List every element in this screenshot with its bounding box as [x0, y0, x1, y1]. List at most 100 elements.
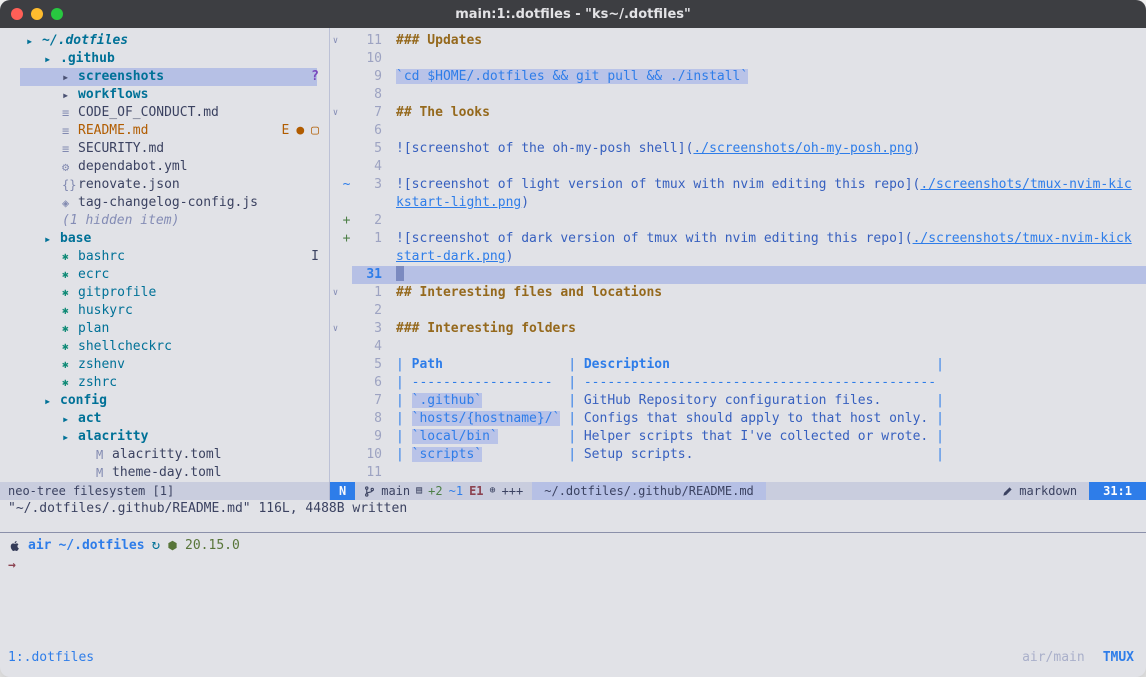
editor-line[interactable]: 5| Path | Description |: [330, 356, 1146, 374]
markdown-file-icon: ≡: [62, 104, 78, 122]
line-number: 10: [352, 446, 382, 464]
git-sign: +: [341, 212, 352, 230]
sign-column: [341, 374, 352, 392]
tree-item-bashrc[interactable]: ✱bashrcI: [0, 248, 329, 266]
text-segment: |: [396, 429, 412, 444]
editor-line[interactable]: 11: [330, 464, 1146, 482]
terminal-window: main:1:.dotfiles - "ks~/.dotfiles" ▸~/.d…: [0, 0, 1146, 677]
editor-line[interactable]: 2: [330, 302, 1146, 320]
editor-line[interactable]: 10| `scripts` | Setup scripts. |: [330, 446, 1146, 464]
text-segment: Path: [412, 357, 443, 372]
tmux-window-item[interactable]: 1:.dotfiles: [8, 650, 94, 665]
editor-line[interactable]: 6: [330, 122, 1146, 140]
editor-line[interactable]: 7| `.github` | GitHub Repository configu…: [330, 392, 1146, 410]
tree-item-ecrc[interactable]: ✱ecrc: [0, 266, 329, 284]
prompt-host: air: [28, 538, 51, 553]
close-button[interactable]: [11, 8, 23, 20]
editor-line[interactable]: ∨1## Interesting files and locations: [330, 284, 1146, 302]
editor-line[interactable]: 8: [330, 86, 1146, 104]
editor-line[interactable]: ∨7## The looks: [330, 104, 1146, 122]
tree-item-theme-day.toml[interactable]: Mtheme-day.toml: [0, 464, 329, 482]
diff-changed: ~1: [449, 482, 463, 500]
editor-line[interactable]: +1![screenshot of dark version of tmux w…: [330, 230, 1146, 248]
editor-line[interactable]: 4: [330, 338, 1146, 356]
text-segment: ): [913, 141, 921, 156]
line-number: 6: [352, 122, 382, 140]
text-segment: ### Updates: [396, 33, 482, 48]
fold-open-icon[interactable]: ∨: [330, 32, 341, 50]
editor-line[interactable]: 4: [330, 158, 1146, 176]
text-segment: |: [396, 411, 412, 426]
tree-item-zshenv[interactable]: ✱zshenv: [0, 356, 329, 374]
editor-line[interactable]: 9| `local/bin` | Helper scripts that I'v…: [330, 428, 1146, 446]
shell-file-icon: ✱: [62, 266, 78, 284]
text-segment: |: [568, 447, 584, 462]
node-version: 20.15.0: [185, 538, 240, 553]
sign-column: [341, 410, 352, 428]
tree-item-1-hidden-item[interactable]: (1 hidden item): [0, 212, 329, 230]
tree-item-act[interactable]: ▸act: [0, 410, 329, 428]
editor-line[interactable]: 6| ------------------ | ----------------…: [330, 374, 1146, 392]
editor-line[interactable]: 31: [330, 266, 1146, 284]
fold-open-icon[interactable]: ∨: [330, 320, 341, 338]
tree-item-code-of-conduct.md[interactable]: ≡CODE_OF_CONDUCT.md: [0, 104, 329, 122]
editor-line[interactable]: ~3![screenshot of light version of tmux …: [330, 176, 1146, 194]
editor-line[interactable]: 8| `hosts/{hostname}/` | Configs that sh…: [330, 410, 1146, 428]
editor-line[interactable]: 10: [330, 50, 1146, 68]
tree-item-label: README.md: [78, 122, 148, 140]
fold-column: [330, 230, 341, 248]
editor-line[interactable]: 5![screenshot of the oh-my-posh shell](.…: [330, 140, 1146, 158]
tree-item-workflows[interactable]: ▸workflows: [0, 86, 329, 104]
text-segment: ![screenshot of the oh-my-posh shell](: [396, 141, 693, 156]
tree-item-config[interactable]: ▸config: [0, 392, 329, 410]
spacer: [0, 518, 1146, 532]
sign-column: [341, 122, 352, 140]
tree-item-readme.md[interactable]: ≡README.mdE●▢: [0, 122, 329, 140]
fold-column: [330, 428, 341, 446]
tree-item-base[interactable]: ▸base: [0, 230, 329, 248]
tree-item-gitprofile[interactable]: ✱gitprofile: [0, 284, 329, 302]
text-segment: ### Interesting folders: [396, 321, 576, 336]
editor-line[interactable]: 9`cd $HOME/.dotfiles && git pull && ./in…: [330, 68, 1146, 86]
line-text: [396, 266, 1146, 284]
folder-arrow-icon: ▸: [44, 50, 60, 68]
tree-item-label: .github: [60, 50, 115, 68]
tree-item-screenshots[interactable]: ▸screenshots?: [0, 68, 329, 86]
tree-item-.github[interactable]: ▸.github: [0, 50, 329, 68]
line-number: [352, 248, 382, 266]
editor-line[interactable]: +2: [330, 212, 1146, 230]
editor-line[interactable]: ∨11### Updates: [330, 32, 1146, 50]
fold-open-icon[interactable]: ∨: [330, 284, 341, 302]
shell-prompt[interactable]: air ~/.dotfiles ↻ 20.15.0: [0, 533, 1146, 557]
tree-item-tag-changelog-config.js[interactable]: ◈tag-changelog-config.js: [0, 194, 329, 212]
tree-item-shellcheckrc[interactable]: ✱shellcheckrc: [0, 338, 329, 356]
text-segment: `cd $HOME/.dotfiles && git pull && ./ins…: [396, 69, 748, 84]
tree-item-dependabot.yml[interactable]: ⚙dependabot.yml: [0, 158, 329, 176]
tree-item-security.md[interactable]: ≡SECURITY.md: [0, 140, 329, 158]
open-buffer-badge: ▢: [311, 122, 319, 140]
sign-column: [341, 266, 352, 284]
fold-open-icon[interactable]: ∨: [330, 104, 341, 122]
minimize-button[interactable]: [31, 8, 43, 20]
editor-line[interactable]: kstart-light.png): [330, 194, 1146, 212]
editor-line[interactable]: start-dark.png): [330, 248, 1146, 266]
tree-item-plan[interactable]: ✱plan: [0, 320, 329, 338]
text-segment: ----------------------------------------…: [584, 375, 936, 390]
tree-item-.dotfiles[interactable]: ▸~/.dotfiles: [0, 32, 329, 50]
prompt-arrow[interactable]: →: [0, 557, 1146, 575]
tree-item-huskyrc[interactable]: ✱huskyrc: [0, 302, 329, 320]
line-text: | Path | Description |: [396, 356, 1146, 374]
line-number: 2: [352, 212, 382, 230]
line-number: 10: [352, 50, 382, 68]
tree-item-badges: I: [311, 248, 319, 266]
tree-item-renovate.json[interactable]: {}renovate.json: [0, 176, 329, 194]
tree-item-label: huskyrc: [78, 302, 133, 320]
sign-column: [341, 446, 352, 464]
editor-line[interactable]: ∨3### Interesting folders: [330, 320, 1146, 338]
tree-item-zshrc[interactable]: ✱zshrc: [0, 374, 329, 392]
text-segment: ## Interesting files and locations: [396, 285, 662, 300]
tree-item-alacritty.toml[interactable]: Malacritty.toml: [0, 446, 329, 464]
zoom-button[interactable]: [51, 8, 63, 20]
text-segment: [881, 393, 936, 408]
tree-item-alacritty[interactable]: ▸alacritty: [0, 428, 329, 446]
